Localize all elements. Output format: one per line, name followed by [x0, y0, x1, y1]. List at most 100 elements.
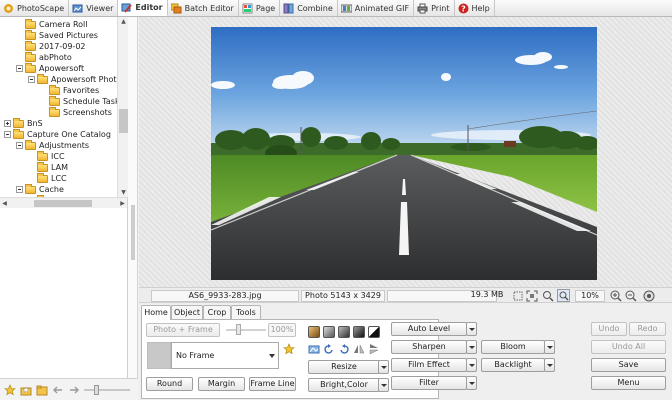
undo-button[interactable]: Undo: [591, 322, 627, 336]
bloom-button[interactable]: Bloom: [481, 340, 545, 354]
undo-all-button[interactable]: Undo All: [591, 340, 666, 354]
expand-plus-icon[interactable]: [4, 120, 11, 127]
backlight-dropdown-icon[interactable]: [544, 358, 555, 372]
photo-frame-button[interactable]: Photo + Frame: [146, 323, 220, 337]
tree-item[interactable]: 2017-09-02: [16, 40, 86, 52]
slider-thumb[interactable]: [94, 384, 99, 395]
tree-item[interactable]: Favorites: [40, 84, 100, 96]
tab-print[interactable]: Print: [414, 0, 455, 16]
tree-item[interactable]: Adjustments: [16, 139, 89, 151]
margin-button[interactable]: Margin: [198, 377, 245, 391]
tree-item[interactable]: Apowersoft: [16, 62, 85, 74]
sepia-swatch-icon[interactable]: [308, 326, 320, 338]
tree-item[interactable]: BnS: [4, 117, 43, 129]
round-button[interactable]: Round: [146, 377, 193, 391]
rotate-left-icon[interactable]: [323, 343, 335, 355]
tab-batch-editor[interactable]: Batch Editor: [168, 0, 239, 16]
forward-arrow-icon[interactable]: [68, 384, 80, 396]
flip-icon[interactable]: [308, 343, 320, 355]
tree-item[interactable]: Apowersoft Photo: [28, 73, 121, 85]
sharpen-dropdown-icon[interactable]: [466, 340, 477, 354]
zoom-fit-icon[interactable]: [541, 289, 554, 302]
negative-swatch-icon[interactable]: [368, 326, 380, 338]
opacity-value[interactable]: 100%: [268, 323, 296, 337]
bright-color-button[interactable]: Bright,Color: [308, 378, 380, 392]
auto-level-button[interactable]: Auto Level: [391, 322, 467, 336]
collapse-minus-icon[interactable]: [28, 76, 35, 83]
collapse-minus-icon[interactable]: [16, 142, 23, 149]
thumbnail-size-slider[interactable]: [84, 384, 130, 396]
tree-item[interactable]: Schedule Task: [40, 95, 120, 107]
menu-button[interactable]: Menu: [591, 376, 666, 390]
resize-dropdown-icon[interactable]: [378, 360, 389, 374]
collapse-minus-icon[interactable]: [4, 131, 11, 138]
bloom-dropdown-icon[interactable]: [544, 340, 555, 354]
tree-item[interactable]: LAM: [28, 161, 68, 173]
filter-button[interactable]: Filter: [391, 376, 467, 390]
folder-favorite-icon[interactable]: [20, 384, 32, 396]
dark-gray-swatch-icon[interactable]: [338, 326, 350, 338]
save-button[interactable]: Save: [591, 358, 666, 372]
tree-item[interactable]: Cache: [16, 183, 64, 195]
thumbnail-scrollbar[interactable]: [128, 17, 138, 378]
scrollbar-thumb[interactable]: [119, 109, 128, 133]
tab-object[interactable]: Object: [171, 305, 203, 319]
rotate-right-icon[interactable]: [338, 343, 350, 355]
thumbnail-list[interactable]: [0, 208, 128, 378]
collapse-minus-icon[interactable]: [16, 186, 23, 193]
film-effect-dropdown-icon[interactable]: [466, 358, 477, 372]
tab-viewer[interactable]: Viewer: [69, 0, 119, 16]
frame-opacity-slider[interactable]: [226, 324, 266, 336]
tab-tools[interactable]: Tools: [231, 305, 261, 319]
image-canvas[interactable]: [139, 17, 672, 287]
zoom-in-icon[interactable]: [609, 289, 622, 302]
film-effect-button[interactable]: Film Effect: [391, 358, 467, 372]
frame-line-button[interactable]: Frame Line: [249, 377, 296, 391]
resize-button[interactable]: Resize: [308, 360, 380, 374]
frame-select[interactable]: No Frame: [171, 342, 279, 369]
tree-item[interactable]: abPhoto: [16, 51, 72, 63]
folder-tree-vertical-scrollbar[interactable]: ▲ ▼: [117, 17, 128, 197]
backlight-button[interactable]: Backlight: [481, 358, 545, 372]
tab-help[interactable]: ? Help: [455, 0, 495, 16]
tab-photoscape[interactable]: PhotoScape: [0, 0, 70, 16]
redo-button[interactable]: Redo: [629, 322, 666, 336]
auto-level-dropdown-icon[interactable]: [466, 322, 477, 336]
tree-item[interactable]: Capture One Catalog: [4, 128, 111, 140]
tab-page[interactable]: Page: [239, 0, 281, 16]
zoom-select-icon[interactable]: [557, 289, 570, 302]
tree-item[interactable]: Camera Roll: [16, 18, 87, 30]
open-folder-icon[interactable]: [36, 384, 48, 396]
slider-thumb[interactable]: [236, 324, 241, 335]
fit-to-window-icon[interactable]: [511, 289, 524, 302]
favorite-star-icon[interactable]: [4, 383, 16, 396]
tab-animated-gif[interactable]: Animated GIF: [338, 0, 415, 16]
tab-home[interactable]: Home: [141, 305, 171, 320]
tree-item[interactable]: Screenshots: [40, 106, 112, 118]
grayscale-swatch-icon[interactable]: [323, 326, 335, 338]
fullscreen-icon[interactable]: [642, 289, 655, 302]
tree-item[interactable]: ICC: [28, 150, 65, 162]
favorite-star-icon[interactable]: [283, 343, 295, 355]
black-swatch-icon[interactable]: [353, 326, 365, 338]
tree-item-label: Apowersoft: [39, 64, 85, 73]
sharpen-button[interactable]: Sharpen: [391, 340, 467, 354]
folder-tree[interactable]: Camera Roll Saved Pictures 2017-09-02 abPho…: [0, 17, 128, 197]
back-arrow-icon[interactable]: [52, 384, 64, 396]
tree-item[interactable]: Saved Pictures: [16, 29, 98, 41]
collapse-minus-icon[interactable]: [16, 65, 23, 72]
flip-horizontal-icon[interactable]: [353, 343, 365, 355]
bright-color-dropdown-icon[interactable]: [378, 378, 389, 392]
tab-combine[interactable]: Combine: [280, 0, 338, 16]
tree-item[interactable]: LCC: [28, 172, 67, 184]
zoom-out-icon[interactable]: [624, 289, 637, 302]
filter-dropdown-icon[interactable]: [466, 376, 477, 390]
folder-tree-horizontal-scrollbar[interactable]: ◀ ▶: [0, 197, 128, 208]
flip-vertical-icon[interactable]: [368, 343, 380, 355]
actual-size-icon[interactable]: [525, 289, 538, 302]
tab-crop[interactable]: Crop: [203, 305, 231, 319]
scrollbar-thumb[interactable]: [131, 205, 135, 260]
tab-editor[interactable]: Editor: [118, 0, 168, 16]
edited-photo[interactable]: [211, 27, 597, 280]
scrollbar-thumb[interactable]: [34, 200, 92, 207]
